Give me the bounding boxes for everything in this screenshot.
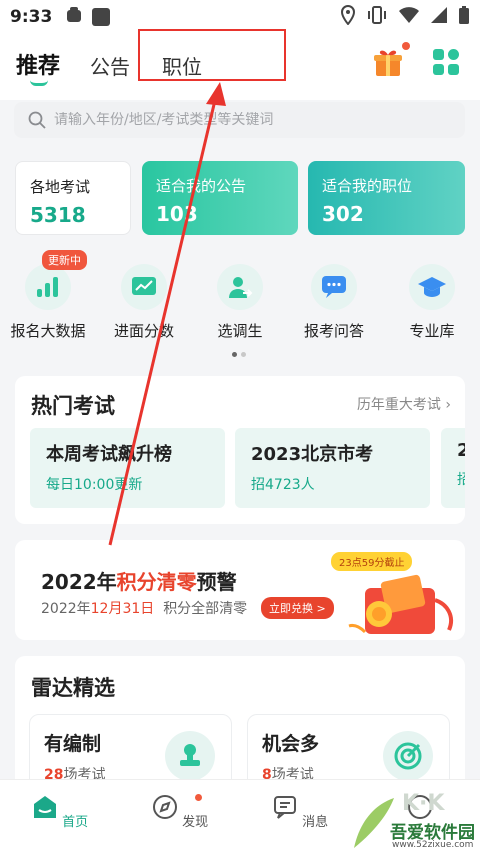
discover-notification-dot (195, 794, 202, 801)
hot-exams-section: 热门考试 历年重大考试 › 本周考试飙升榜 每日10:00更新 2023北京市考… (15, 376, 465, 524)
shortcut-registration-data[interactable]: 报名大数据 (8, 264, 88, 341)
chevron-right-icon: › (445, 397, 451, 413)
deadline-badge: 23点59分截止 (331, 552, 413, 571)
svg-text:K·K: K·K (402, 791, 445, 816)
stat-label: 各地考试 (30, 178, 91, 196)
historic-exams-label: 历年重大考试 (356, 397, 441, 413)
hot-exam-sub: 招4723人 (251, 477, 315, 493)
shortcut-label: 报考问答 (303, 322, 364, 340)
stat-label: 适合我的职位 (322, 177, 413, 195)
signal-icon (430, 6, 448, 29)
annotation-highlight-box (138, 29, 286, 81)
banner-title-suffix: 预警 (196, 570, 237, 594)
shortcut-label: 选调生 (217, 322, 263, 340)
hot-exam-card[interactable]: 本周考试飙升榜 每日10:00更新 (30, 428, 225, 508)
notification-square-icon (92, 8, 111, 26)
stat-value: 5318 (30, 203, 86, 227)
banner-subtitle: 2022年12月31日 积分全部清零 (41, 598, 247, 618)
status-time: 9:33 (10, 7, 53, 27)
graduation-cap-icon (409, 264, 455, 310)
stamp-icon (165, 731, 215, 781)
message-icon (273, 796, 296, 819)
stat-card-suitable-notices[interactable]: 适合我的公告 103 (142, 161, 298, 235)
shortcut-label: 进面分数 (113, 322, 174, 340)
gift-notification-dot (402, 42, 410, 50)
redeem-now-button[interactable]: 立即兑换 > (261, 597, 334, 619)
stat-label: 适合我的公告 (156, 177, 247, 195)
search-bar[interactable] (14, 102, 465, 138)
nav-label: 发现 (182, 815, 209, 830)
historic-exams-link[interactable]: 历年重大考试 › (357, 394, 451, 414)
carousel-dot (241, 352, 246, 357)
stat-card-local-exams[interactable]: 各地考试 5318 (15, 161, 131, 235)
person-transfer-icon (217, 264, 263, 310)
chat-bubble-icon (311, 264, 357, 310)
active-tab-indicator (30, 80, 48, 86)
wifi-icon (398, 6, 420, 29)
shortcut-major-library[interactable]: 专业库 (392, 264, 472, 341)
banner-sub-suffix: 积分全部清零 (163, 601, 248, 617)
line-chart-icon (121, 264, 167, 310)
nav-label: 首页 (62, 815, 89, 830)
shortcut-label: 报名大数据 (10, 322, 86, 340)
radar-picks-section: 雷达精选 有编制 28场考试 机会多 8场考试 (15, 656, 465, 796)
nav-home[interactable]: 首页 (30, 794, 90, 830)
home-icon (33, 796, 56, 818)
bug-icon (64, 5, 84, 30)
watermark-url: www.52zixue.com (392, 840, 474, 850)
hot-exam-title: 本周考试飙升榜 (46, 444, 172, 465)
hot-exam-title: 2023北京市考 (251, 444, 374, 465)
hot-exam-sub: 招 (457, 472, 465, 488)
banner-title-highlight: 积分清零 (116, 570, 197, 594)
banner-sub-date: 12月31日 (90, 601, 155, 617)
gift-icon[interactable] (372, 46, 404, 78)
shortcut-exam-qa[interactable]: 报考问答 (294, 264, 374, 341)
app-screen: 9:33 推荐 公告 职位 请输入年份/地区/考试类型等关键词 各地考试 531… (0, 0, 480, 853)
hot-exam-title: 2 (457, 440, 465, 461)
shortcut-interview-scores[interactable]: 进面分数 (104, 264, 184, 341)
banner-sub-prefix: 2022年 (41, 601, 91, 617)
compass-icon (152, 795, 177, 819)
hot-exam-card[interactable]: 2 招 (441, 428, 465, 508)
carousel-dots (232, 352, 246, 357)
tab-notice[interactable]: 公告 (90, 51, 130, 80)
stat-value: 302 (322, 202, 364, 226)
nav-label: 消息 (302, 815, 329, 830)
banner-title: 2022年积分清零预警 (41, 566, 237, 595)
target-icon (383, 731, 433, 781)
update-badge: 更新中 (42, 250, 87, 270)
vibrate-icon (366, 5, 388, 30)
search-icon (28, 111, 46, 129)
location-icon (340, 4, 356, 30)
stat-card-suitable-positions[interactable]: 适合我的职位 302 (308, 161, 465, 235)
battery-icon (458, 5, 470, 30)
red-packet-icon (348, 574, 454, 634)
search-input[interactable] (54, 112, 434, 128)
hot-exam-sub: 每日10:00更新 (46, 477, 143, 493)
shortcut-label: 专业库 (409, 322, 455, 340)
tab-recommend-label: 推荐 (16, 54, 61, 79)
banner-title-prefix: 2022年 (41, 570, 117, 594)
shortcut-row: 报名大数据 更新中 进面分数 选调生 报考问答 专业库 (0, 250, 480, 370)
nav-messages[interactable]: 消息 (270, 794, 330, 830)
apps-grid-icon[interactable] (432, 48, 460, 76)
hot-exam-card[interactable]: 2023北京市考 招4723人 (235, 428, 430, 508)
points-expiry-banner[interactable]: 2022年积分清零预警 2022年12月31日 积分全部清零 立即兑换 > 23… (15, 540, 465, 640)
bar-chart-icon (25, 264, 71, 310)
section-title: 雷达精选 (31, 676, 115, 700)
carousel-dot-active (232, 352, 237, 357)
tab-recommend[interactable]: 推荐 (16, 48, 61, 86)
section-title: 热门考试 (31, 394, 115, 418)
stat-value: 103 (156, 202, 198, 226)
shortcut-selected-graduates[interactable]: 选调生 (200, 264, 280, 341)
